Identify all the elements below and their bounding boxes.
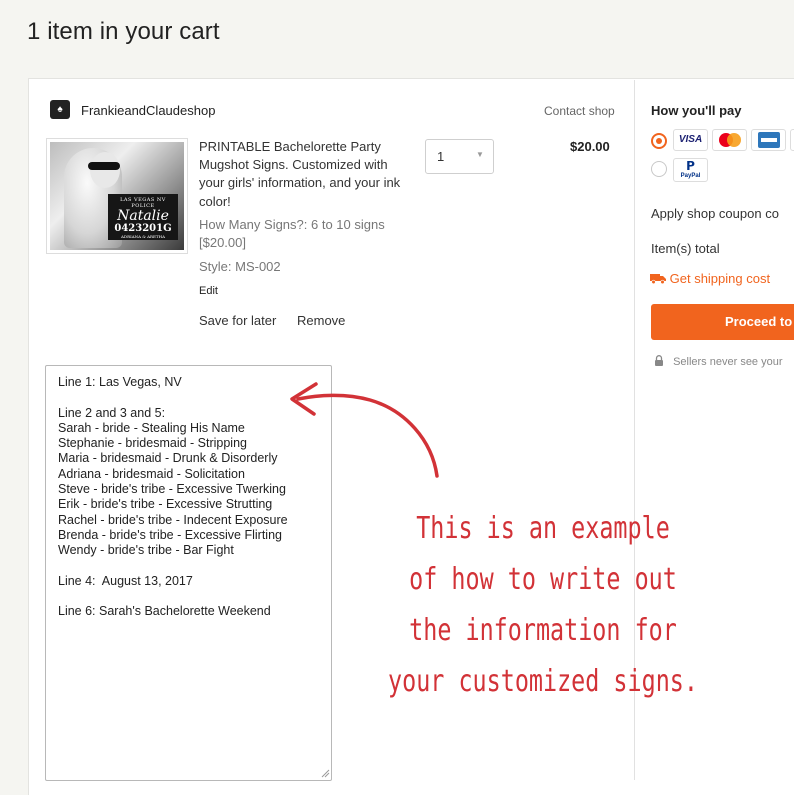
- annotation-line: This is an example: [416, 511, 670, 546]
- annotation-line: the information for: [409, 613, 677, 648]
- example-annotation: This is an example of how to write out t…: [387, 503, 699, 707]
- annotation-line: of how to write out: [409, 562, 677, 597]
- annotation-line: your customized signs.: [388, 664, 698, 699]
